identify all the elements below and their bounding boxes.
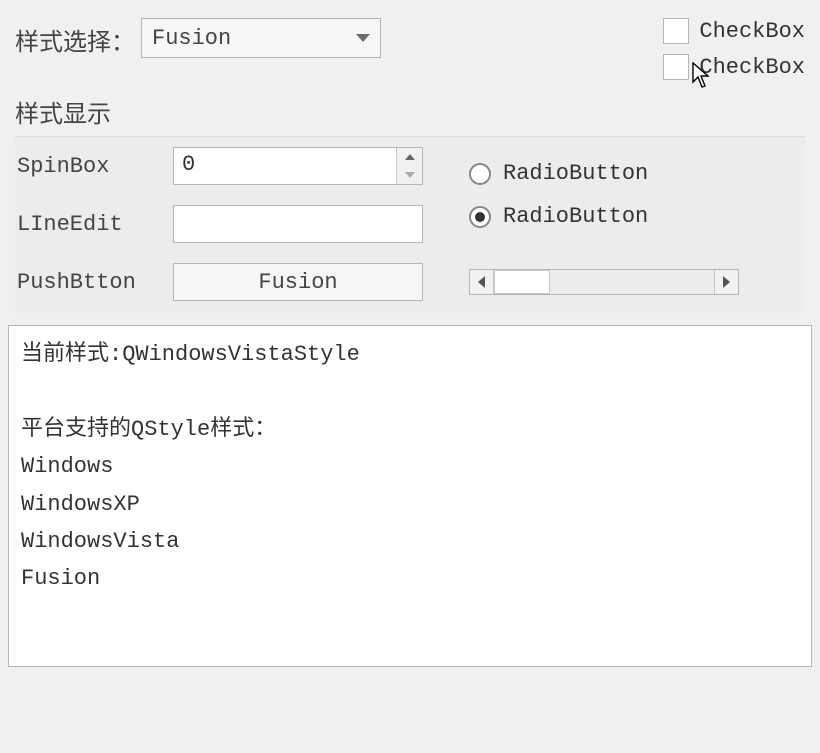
checkbox-box-icon: [663, 18, 689, 44]
style-select-label: 样式选择：: [15, 18, 135, 58]
output-textarea[interactable]: 当前样式:QWindowsVistaStyle 平台支持的QStyle样式： W…: [8, 325, 812, 667]
scroll-right-button[interactable]: [714, 270, 738, 294]
pushbutton[interactable]: Fusion: [173, 263, 423, 301]
radiobutton-1-label: RadioButton: [503, 161, 648, 186]
spinbox-up-button[interactable]: [397, 148, 422, 166]
style-combobox-value: Fusion: [152, 26, 231, 51]
pushbutton-text: Fusion: [258, 270, 337, 295]
style-combobox[interactable]: Fusion: [141, 18, 381, 58]
radio-selected-icon: [469, 206, 491, 228]
radio-icon: [469, 163, 491, 185]
spinbox-down-button[interactable]: [397, 166, 422, 184]
chevron-down-icon: [356, 34, 370, 42]
radiobutton-2-label: RadioButton: [503, 204, 648, 229]
lineedit-input[interactable]: [173, 205, 423, 243]
spinbox[interactable]: 0: [173, 147, 423, 185]
checkbox-1-label: CheckBox: [699, 19, 805, 44]
scroll-left-button[interactable]: [470, 270, 494, 294]
radiobutton-1[interactable]: RadioButton: [469, 161, 800, 186]
checkbox-2-label: CheckBox: [699, 55, 805, 80]
checkbox-box-icon: [663, 54, 689, 80]
spinbox-label: SpinBox: [15, 154, 155, 179]
scrollbar-thumb[interactable]: [494, 270, 550, 294]
scrollbar-track[interactable]: [494, 270, 714, 294]
pushbutton-label: PushBtton: [15, 270, 155, 295]
checkbox-2[interactable]: CheckBox: [663, 54, 805, 80]
spinbox-value[interactable]: 0: [174, 148, 396, 184]
lineedit-label: LIneEdit: [15, 212, 155, 237]
checkbox-1[interactable]: CheckBox: [663, 18, 805, 44]
section-title: 样式显示: [15, 94, 805, 130]
horizontal-scrollbar[interactable]: [469, 269, 739, 295]
radiobutton-2[interactable]: RadioButton: [469, 204, 800, 229]
